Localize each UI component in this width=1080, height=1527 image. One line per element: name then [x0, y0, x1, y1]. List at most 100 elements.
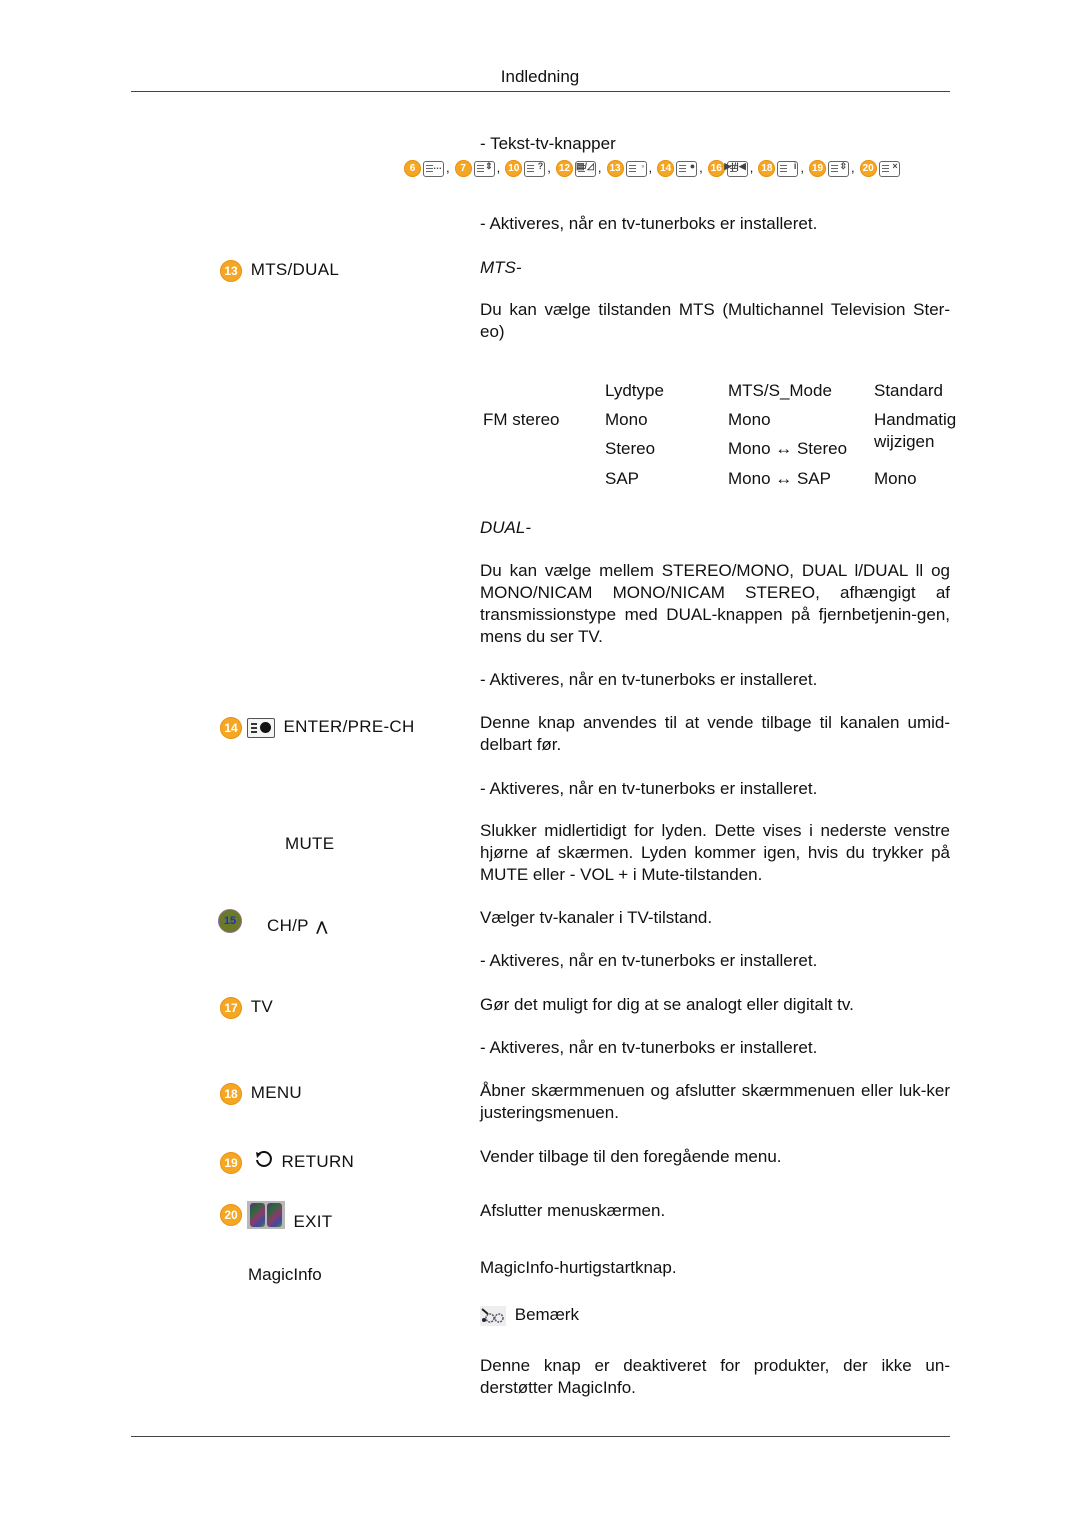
teletext-button: 7 ⇕,: [454, 160, 505, 178]
number-badge-icon: 20: [220, 1204, 242, 1226]
separator: ,: [699, 160, 703, 175]
return-item: 19 RETURN: [220, 1150, 354, 1175]
table-cell: Mono: [728, 410, 771, 429]
magicinfo-label: MagicInfo: [248, 1265, 322, 1284]
teletext-button: 16 ▶|/|◀,: [707, 160, 758, 178]
teletext-button-row: 6…, 7 ⇕, 10?, 12 ▤/◿, 13 ◦, 14 ●, 16 ▶|/|◀, 18 i, 19 ⇳,…: [404, 160, 901, 178]
mts-dual-label: MTS/DUAL: [250, 260, 340, 280]
teletext-key-icon: …: [423, 160, 444, 177]
teletext-key-icon: ×: [878, 160, 900, 177]
teletext-button: 20 ×: [859, 160, 900, 178]
teletext-key-glyph: ▶|/|◀: [724, 160, 746, 171]
teletext-key-glyph: ●: [689, 160, 696, 171]
chp-note: - Aktiveres, når en tv-tunerboks er inst…: [480, 951, 818, 970]
magicinfo-brand: MagicInfo: [480, 1258, 554, 1277]
exit-description: Afslutter menuskærmen.: [480, 1201, 666, 1220]
teletext-key-icon: ▶|/|◀: [724, 160, 748, 177]
mts-dual-item: 13 MTS/DUAL: [220, 260, 339, 282]
table-header: Standard: [874, 381, 943, 400]
note-title: Bemærk: [514, 1305, 579, 1324]
note-text-end: .: [631, 1378, 636, 1397]
separator: ,: [496, 160, 501, 175]
number-badge-icon: 14: [657, 160, 675, 178]
note-icon: [480, 1305, 506, 1326]
teletext-button: 18 i,: [758, 160, 808, 178]
table-header: Lydtype: [605, 381, 664, 400]
magicinfo-desc-text: -hurtigstartknap.: [553, 1258, 677, 1277]
chp-label: CH/P ⋀: [267, 916, 328, 936]
number-badge-icon: 19: [220, 1151, 242, 1174]
mute-label: MUTE: [285, 834, 335, 853]
exit-item: 20 EXIT: [220, 1201, 333, 1232]
dual-note: - Aktiveres, når en tv-tunerboks er inst…: [480, 670, 818, 689]
table-cell: SAP: [605, 469, 640, 488]
teletext-button: 6 …,: [404, 160, 454, 178]
table-cell: Mono: [605, 410, 648, 429]
teletext-button: 19 ⇳,: [809, 160, 859, 178]
menu-item: 18 MENU: [220, 1083, 302, 1105]
number-badge-icon: 13: [220, 260, 242, 282]
teletext-key-glyph: …: [433, 160, 442, 171]
teletext-key-glyph: ×: [892, 160, 898, 171]
exit-label: EXIT: [293, 1212, 333, 1232]
teletext-key-glyph: ?: [537, 160, 544, 171]
mute-description: Slukker midlertidigt for lyden. Dette vi…: [480, 821, 950, 884]
number-badge-icon: 20: [859, 160, 877, 178]
teletext-key-icon: ?: [524, 160, 546, 177]
table-cell: Mono: [874, 469, 917, 488]
table-cell: Mono ↔ SAP: [728, 469, 831, 488]
teletext-key-glyph: ⇳: [839, 160, 847, 171]
teletext-key-icon: i: [777, 160, 799, 177]
magicinfo-description: MagicInfo-hurtigstartknap.: [480, 1257, 950, 1279]
channel-badge-icon: 15: [218, 909, 242, 933]
tv-description: Gør det muligt for dig at se analogt ell…: [480, 995, 854, 1014]
table-header: MTS/S_Mode: [728, 381, 832, 400]
number-badge-icon: 7: [454, 160, 472, 178]
footer-rule: [131, 1436, 950, 1437]
chp-item: 15: [218, 909, 242, 933]
number-badge-icon: 16: [707, 160, 725, 178]
number-badge-icon: 6: [404, 160, 421, 178]
enter-note: - Aktiveres, når en tv-tunerboks er inst…: [480, 779, 818, 798]
header-rule: [131, 91, 950, 92]
menu-description: Åbner skærmmenuen og afslutter skærmmenu…: [480, 1081, 950, 1122]
separator: ,: [749, 160, 754, 175]
chevron-up-icon: ⋀: [316, 919, 328, 934]
return-label: RETURN: [281, 1151, 355, 1171]
teletext-button: 14 ●,: [657, 160, 707, 178]
exit-button-icon: [246, 1201, 285, 1229]
note-header: Bemærk: [480, 1305, 579, 1326]
separator: ,: [597, 160, 602, 175]
number-badge-icon: 18: [758, 160, 776, 178]
teletext-key-icon: ⇳: [828, 160, 849, 177]
enter-button-icon: [246, 718, 275, 738]
separator: ,: [446, 160, 450, 175]
table-cell: Mono ↔ Stereo: [728, 439, 848, 458]
teletext-key-icon: ▤/◿: [574, 160, 596, 177]
teletext-key-icon: ⇕: [473, 160, 495, 177]
enter-item: 14 ENTER/PRE-CH: [220, 717, 415, 739]
table-cell: FM stereo: [483, 410, 560, 429]
dual-description: Du kan vælge mellem STEREO/MONO, DUAL l/…: [480, 561, 950, 646]
enter-description: Denne knap anvendes til at vende tilbage…: [480, 713, 950, 754]
mts-heading: MTS-: [480, 258, 522, 277]
number-badge-icon: 10: [505, 160, 523, 178]
number-badge-icon: 17: [220, 997, 242, 1019]
teletext-key-icon: ●: [676, 160, 698, 177]
tv-item: 17 TV: [220, 997, 273, 1019]
page-header: Indledning: [500, 67, 580, 86]
separator: ,: [851, 160, 855, 175]
chp-description: Vælger tv-kanaler i TV-tilstand.: [480, 908, 713, 927]
separator: ,: [800, 160, 804, 175]
note-text: Denne knap er deaktiveret for produkter,…: [480, 1355, 950, 1399]
teletext-key-glyph: ⇕: [485, 160, 493, 171]
chp-label-text: CH/P: [267, 916, 309, 935]
note-text-brand: MagicInfo: [557, 1378, 632, 1397]
teletext-key-glyph: ▤/◿: [575, 160, 594, 171]
teletext-key-glyph: ◦: [641, 160, 645, 171]
teletext-key-icon: ◦: [625, 160, 647, 177]
number-badge-icon: 14: [220, 717, 242, 739]
number-badge-icon: 19: [809, 160, 826, 178]
teletext-button: 12 ▤/◿,: [555, 160, 606, 178]
teletext-key-glyph: i: [793, 160, 797, 171]
